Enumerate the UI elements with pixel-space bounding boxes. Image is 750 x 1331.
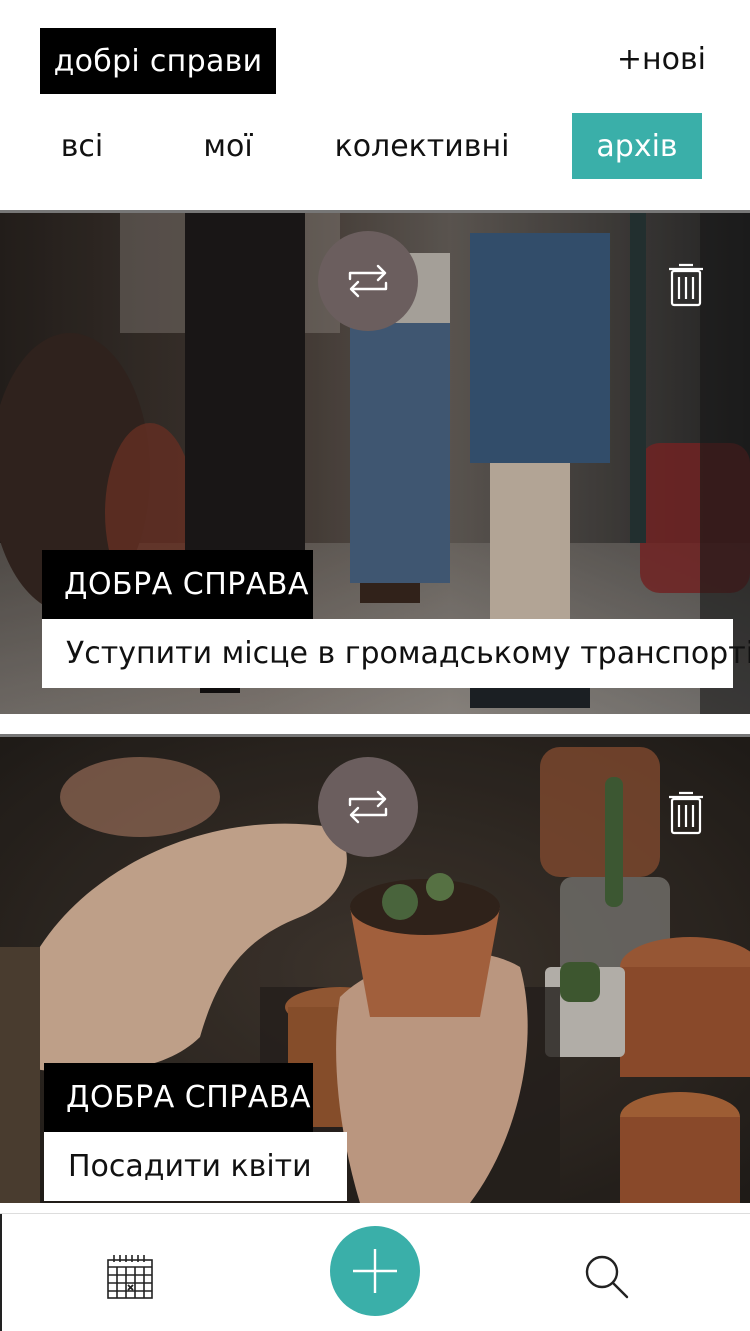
trash-icon [669,791,703,835]
calendar-button[interactable] [106,1252,154,1300]
calendar-icon [107,1255,153,1299]
search-button[interactable] [582,1252,630,1300]
deed-description: Уступити місце в громадському транспорті [42,619,750,688]
divider [0,1214,2,1331]
tab-archive[interactable]: архів [572,113,702,179]
search-icon [585,1255,629,1299]
deed-tag: ДОБРА СПРАВА [42,550,313,619]
repost-button[interactable] [318,231,418,331]
bottom-nav-bar [0,1213,750,1331]
deed-tag: ДОБРА СПРАВА [44,1063,313,1132]
deed-description: Посадити квіти [44,1132,347,1201]
repeat-arrows-icon [348,790,388,824]
trash-icon [669,263,703,307]
plus-icon [353,1249,397,1293]
tab-collective[interactable]: колективні [334,113,510,179]
repost-button[interactable] [318,757,418,857]
new-deeds-link[interactable]: +нові [617,42,706,77]
app-title: добрі справи [40,28,276,94]
delete-button[interactable] [666,787,706,837]
delete-button[interactable] [666,259,706,309]
tab-all[interactable]: всі [40,113,124,179]
repeat-arrows-icon [348,264,388,298]
tab-mine[interactable]: мої [186,113,270,179]
deed-card[interactable]: ДОБРА СПРАВА Посадити квіти [0,734,750,1203]
add-deed-button[interactable] [330,1226,420,1316]
filter-tabs: всі мої колективні архів [0,113,750,179]
deed-card[interactable]: ДОБРА СПРАВА Уступити місце в громадсько… [0,210,750,714]
